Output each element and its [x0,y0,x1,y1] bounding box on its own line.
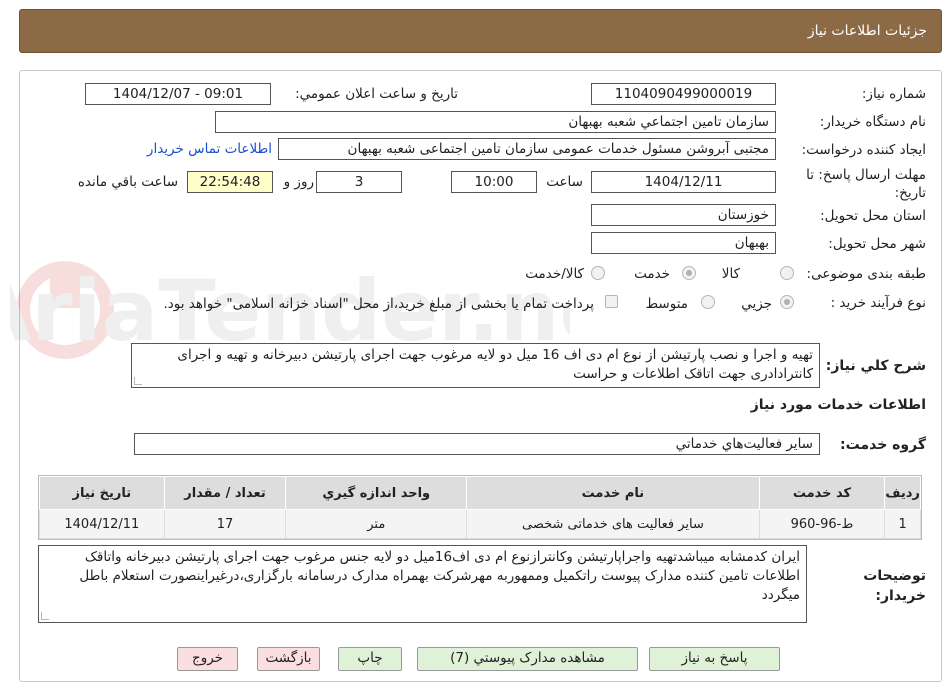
purchase-option-medium: متوسط [645,296,688,312]
description-text: تهیه و اجرا و نصب پارتیشن از نوع ام دی ا… [177,347,813,382]
purchase-option-minor: جزيي [741,296,772,312]
cell-quantity: 17 [163,509,287,539]
remaining-time-field: 22:54:48 [187,171,273,193]
treasury-payment-note: پرداخت تمام یا بخشی از مبلغ خرید،از محل … [163,296,594,312]
table-row: 1 ط-96-960 سایر فعالیت های خدماتی شخصی م… [39,509,921,539]
exit-button[interactable]: خروج [177,647,238,671]
deadline-date-field: 1404/12/11 [591,171,776,193]
category-radio-service[interactable] [682,266,696,280]
category-radio-goods[interactable] [780,266,794,280]
category-option-service: خدمت [634,266,670,282]
purchase-type-label: نوع فرآیند خرید : [830,295,926,311]
buyer-contact-link[interactable]: اطلاعات تماس خریدار [147,141,272,157]
services-section-title: اطلاعات خدمات مورد نیاز [750,397,926,413]
service-group-label: گروه خدمت: [840,437,926,453]
category-label: طبقه بندی موضوعی: [806,266,926,282]
col-service-code: کد خدمت [758,476,886,510]
category-option-goods-service: کالا/خدمت [525,266,584,282]
header-bar: جزئیات اطلاعات نیاز [19,9,942,53]
col-row-number: رديف [884,476,921,510]
province-field: خوزستان [591,204,776,226]
reply-button[interactable]: پاسخ به نياز [649,647,780,671]
requester-field: مجتبی آبروشن مسئول خدمات عمومی سازمان تا… [278,138,776,160]
days-label: روز و [283,174,314,190]
view-attachments-button[interactable]: مشاهده مدارک پيوستي (7) [417,647,638,671]
deadline-time-label: ساعت [546,174,583,190]
col-service-name: نام خدمت [466,476,760,510]
city-field: بهبهان [591,232,776,254]
cell-unit: متر [285,509,468,539]
cell-row-number: 1 [884,509,921,539]
announce-datetime-field: 1404/12/07 - 09:01 [85,83,271,105]
buyer-notes-label: توضيحات خريدار: [863,568,926,604]
province-label: استان محل تحویل: [820,208,926,224]
resize-grip-icon[interactable] [134,377,142,385]
table-header-row: رديف کد خدمت نام خدمت واحد اندازه گيري ت… [39,476,921,510]
page-title: جزئیات اطلاعات نیاز [807,23,927,39]
treasury-payment-checkbox[interactable] [605,295,618,308]
need-number-label: شماره نیاز: [861,86,926,102]
requester-label: ايجاد کننده درخواست: [801,142,926,158]
service-group-field: ساير فعاليت‌هاي خدماتي [134,433,820,455]
print-button[interactable]: چاپ [338,647,402,671]
col-need-date: تاريخ نياز [39,476,165,510]
remaining-label: ساعت باقي مانده [77,174,178,190]
buyer-org-field: سازمان تامين اجتماعي شعبه بهبهان [215,111,776,133]
cell-service-name: سایر فعالیت های خدماتی شخصی [466,509,760,539]
cell-service-code: ط-96-960 [758,509,886,539]
buyer-org-label: نام دستگاه خريدار: [819,114,926,130]
buyer-notes-textarea: ایران کدمشابه میباشدتهیه واجراپارتیشن وک… [38,545,807,623]
back-button[interactable]: بازگشت [257,647,320,671]
description-label: شرح کلي نياز: [825,358,926,374]
services-table: رديف کد خدمت نام خدمت واحد اندازه گيري ت… [39,476,921,539]
cell-need-date: 1404/12/11 [39,509,165,539]
announce-label: تاریخ و ساعت اعلان عمومي: [295,86,458,102]
resize-grip-icon[interactable] [41,612,49,620]
buyer-notes-text: ایران کدمشابه میباشدتهیه واجراپارتیشن وک… [79,549,800,603]
purchase-radio-minor[interactable] [780,295,794,309]
col-quantity: تعداد / مقدار [163,476,287,510]
category-option-goods: کالا [721,266,740,282]
need-number-field: 1104090499000019 [591,83,776,105]
deadline-time-field: 10:00 [451,171,537,193]
purchase-radio-medium[interactable] [701,295,715,309]
days-field: 3 [316,171,402,193]
city-label: شهر محل تحویل: [828,236,926,252]
description-textarea: تهیه و اجرا و نصب پارتیشن از نوع ام دی ا… [131,343,820,388]
category-radio-goods-service[interactable] [591,266,605,280]
deadline-label: مهلت ارسال پاسخ: تا تاریخ: [806,167,926,201]
col-unit: واحد اندازه گيري [285,476,468,510]
